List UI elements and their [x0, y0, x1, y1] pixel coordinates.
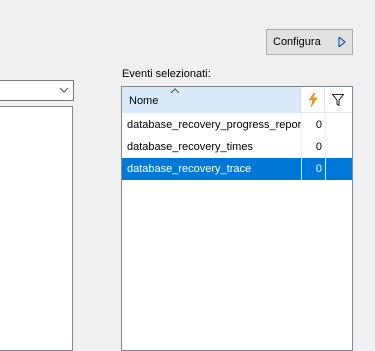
event-count: 0: [301, 136, 325, 158]
column-header-actions[interactable]: [301, 87, 325, 113]
event-library-list[interactable]: [0, 106, 73, 351]
event-filter-cell: [325, 136, 352, 158]
configure-button-label: Configura: [273, 36, 321, 48]
lightning-icon: [308, 93, 318, 107]
event-filter-cell: [325, 114, 352, 136]
event-name: database_recovery_times: [127, 141, 253, 153]
column-header-filter[interactable]: [325, 87, 352, 113]
selected-events-label: Eventi selezionati:: [122, 68, 211, 80]
selected-events-grid[interactable]: Nome database_recovery_progress_report 0…: [121, 86, 353, 351]
table-row[interactable]: database_recovery_progress_report 0: [122, 114, 352, 136]
event-name: database_recovery_trace: [127, 163, 252, 175]
chevron-down-icon: [59, 87, 69, 93]
table-row[interactable]: database_recovery_times 0: [122, 136, 352, 158]
column-header-name-label: Nome: [129, 95, 159, 107]
column-header-name[interactable]: Nome: [122, 87, 301, 113]
event-count: 0: [301, 158, 325, 180]
grid-header: Nome: [122, 87, 352, 113]
configure-button[interactable]: Configura: [266, 29, 353, 55]
event-library-combo[interactable]: [0, 80, 74, 101]
table-row[interactable]: database_recovery_trace 0: [122, 158, 352, 180]
play-arrow-icon: [338, 37, 346, 47]
event-count: 0: [301, 114, 325, 136]
event-name: database_recovery_progress_report: [127, 119, 301, 131]
filter-icon: [332, 94, 344, 106]
event-filter-cell: [325, 158, 352, 180]
sort-caret-icon: [170, 88, 180, 94]
